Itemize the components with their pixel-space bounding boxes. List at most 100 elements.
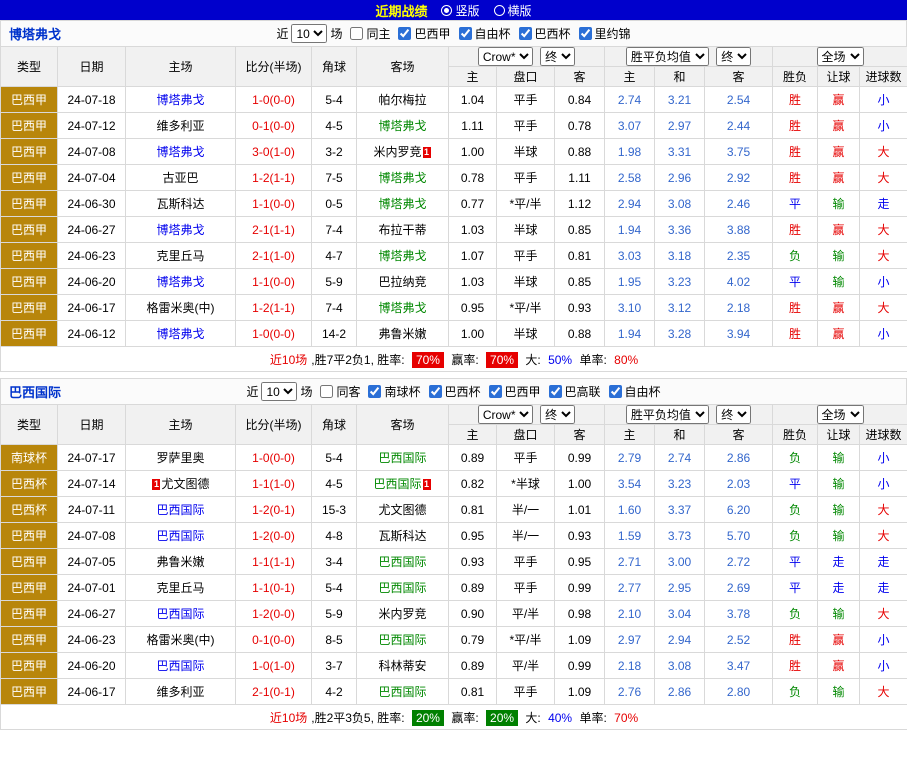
odds-stage-select[interactable]: 终 (540, 47, 575, 66)
filter-checkbox-league[interactable]: 自由杯 (609, 383, 661, 400)
handicap-result-cell: 输 (818, 523, 860, 549)
away-team-cell[interactable]: 巴西国际1 (357, 471, 449, 497)
away-team-cell[interactable]: 博塔弗戈 (357, 295, 449, 321)
corners-cell: 7-4 (312, 217, 357, 243)
away-team-cell[interactable]: 帕尔梅拉 (357, 87, 449, 113)
checkbox-input[interactable] (489, 385, 502, 398)
home-team-cell[interactable]: 瓦斯科达 (126, 191, 236, 217)
checkbox-input[interactable] (519, 27, 532, 40)
home-team-cell[interactable]: 巴西国际 (126, 601, 236, 627)
home-team-cell[interactable]: 格雷米奥(中) (126, 295, 236, 321)
recent-count-select[interactable]: 10 (291, 24, 327, 43)
home-team-cell[interactable]: 维多利亚 (126, 679, 236, 705)
filter-checkbox-league[interactable]: 巴高联 (549, 383, 601, 400)
away-team-cell[interactable]: 巴西国际 (357, 627, 449, 653)
avg-odds-stage-select[interactable]: 终 (716, 47, 751, 66)
radio-label-horizontal: 横版 (508, 2, 532, 19)
filter-checkbox-league[interactable]: 南球杯 (368, 383, 420, 400)
home-team-cell[interactable]: 1尤文图德 (126, 471, 236, 497)
away-team-cell[interactable]: 博塔弗戈 (357, 165, 449, 191)
games-label: 场 (300, 383, 312, 400)
checkbox-input[interactable] (368, 385, 381, 398)
away-team-cell[interactable]: 巴拉纳竞 (357, 269, 449, 295)
checkbox-input[interactable] (609, 385, 622, 398)
filter-checkbox-league[interactable]: 巴西甲 (398, 25, 450, 42)
home-team-cell[interactable]: 博塔弗戈 (126, 217, 236, 243)
home-team-cell[interactable]: 罗萨里奥 (126, 445, 236, 471)
away-team-cell[interactable]: 米内罗竞1 (357, 139, 449, 165)
filter-checkbox-league[interactable]: 巴西甲 (489, 383, 541, 400)
checkbox-input[interactable] (429, 385, 442, 398)
win-rate-badge: 20% (412, 710, 444, 726)
away-team-cell[interactable]: 博塔弗戈 (357, 191, 449, 217)
away-team-cell[interactable]: 瓦斯科达 (357, 523, 449, 549)
avg-draw-odds-cell: 3.04 (655, 601, 705, 627)
filter-checkbox-venue[interactable]: 同客 (320, 383, 360, 400)
match-row: 巴西甲24-06-27巴西国际1-2(0-0)5-9米内罗竞0.90平/半0.9… (1, 601, 907, 627)
home-team-cell[interactable]: 维多利亚 (126, 113, 236, 139)
away-team-cell[interactable]: 巴西国际 (357, 549, 449, 575)
layout-option-horizontal[interactable]: 横版 (494, 2, 532, 19)
layout-option-vertical[interactable]: 竖版 (441, 2, 479, 19)
corners-cell: 4-7 (312, 243, 357, 269)
bookmaker-select[interactable]: Crow* (478, 47, 533, 66)
match-period-select[interactable]: 全场 (817, 405, 864, 424)
away-team-cell[interactable]: 巴西国际 (357, 445, 449, 471)
crow-home-odds-cell: 1.07 (449, 243, 497, 269)
away-team-cell[interactable]: 博塔弗戈 (357, 113, 449, 139)
handicap-line-cell: 平手 (497, 243, 555, 269)
home-team-cell[interactable]: 格雷米奥(中) (126, 627, 236, 653)
halftime-score-cell: 1-2(1-1) (236, 165, 312, 191)
wdl-result-cell: 胜 (773, 321, 818, 347)
away-team-cell[interactable]: 巴西国际 (357, 679, 449, 705)
checkbox-input[interactable] (579, 27, 592, 40)
goals-result-cell: 小 (860, 269, 907, 295)
filter-checkbox-league[interactable]: 自由杯 (459, 25, 511, 42)
home-team-cell[interactable]: 巴西国际 (126, 653, 236, 679)
filter-checkbox-league[interactable]: 里约锦 (579, 25, 631, 42)
checkbox-input[interactable] (549, 385, 562, 398)
match-row: 巴西甲24-07-01克里丘马1-1(0-1)5-4巴西国际0.89平手0.99… (1, 575, 907, 601)
away-team-cell[interactable]: 科林蒂安 (357, 653, 449, 679)
avg-odds-stage-select[interactable]: 终 (716, 405, 751, 424)
home-team-cell[interactable]: 巴西国际 (126, 523, 236, 549)
home-team-cell[interactable]: 博塔弗戈 (126, 139, 236, 165)
home-team-cell[interactable]: 古亚巴 (126, 165, 236, 191)
handicap-line-cell: 平/半 (497, 653, 555, 679)
away-team-cell[interactable]: 布拉干蒂 (357, 217, 449, 243)
home-team-cell[interactable]: 弗鲁米嫩 (126, 549, 236, 575)
avg-away-odds-cell: 2.54 (705, 87, 773, 113)
home-team-cell[interactable]: 博塔弗戈 (126, 321, 236, 347)
checkbox-input[interactable] (398, 27, 411, 40)
match-period-select[interactable]: 全场 (817, 47, 864, 66)
col-header-avg-draw: 和 (655, 67, 705, 87)
avg-draw-odds-cell: 3.36 (655, 217, 705, 243)
checkbox-input[interactable] (350, 27, 363, 40)
away-team-cell[interactable]: 米内罗竞 (357, 601, 449, 627)
corners-cell: 4-5 (312, 471, 357, 497)
odds-stage-select[interactable]: 终 (540, 405, 575, 424)
handicap-line-cell: *半球 (497, 471, 555, 497)
home-team-cell[interactable]: 克里丘马 (126, 575, 236, 601)
checkbox-input[interactable] (320, 385, 333, 398)
filter-checkbox-league[interactable]: 巴西杯 (519, 25, 571, 42)
home-team-cell[interactable]: 博塔弗戈 (126, 269, 236, 295)
avg-draw-odds-cell: 3.73 (655, 523, 705, 549)
filter-checkbox-league[interactable]: 巴西杯 (429, 383, 481, 400)
away-team-cell[interactable]: 尤文图德 (357, 497, 449, 523)
away-team-cell[interactable]: 博塔弗戈 (357, 243, 449, 269)
home-team-cell[interactable]: 巴西国际 (126, 497, 236, 523)
home-team-cell[interactable]: 克里丘马 (126, 243, 236, 269)
avg-odds-select[interactable]: 胜平负均值 (626, 47, 709, 66)
bookmaker-select[interactable]: Crow* (478, 405, 533, 424)
red-card-badge: 1 (423, 147, 431, 158)
filter-checkbox-venue[interactable]: 同主 (350, 25, 390, 42)
recent-count-select[interactable]: 10 (261, 382, 297, 401)
away-team-cell[interactable]: 巴西国际 (357, 575, 449, 601)
filter-checkbox-group: 同主巴西甲自由杯巴西杯里约锦 (342, 25, 630, 43)
checkbox-input[interactable] (459, 27, 472, 40)
avg-odds-select[interactable]: 胜平负均值 (626, 405, 709, 424)
away-team-cell[interactable]: 弗鲁米嫩 (357, 321, 449, 347)
home-team-cell[interactable]: 博塔弗戈 (126, 87, 236, 113)
handicap-result-cell: 赢 (818, 113, 860, 139)
